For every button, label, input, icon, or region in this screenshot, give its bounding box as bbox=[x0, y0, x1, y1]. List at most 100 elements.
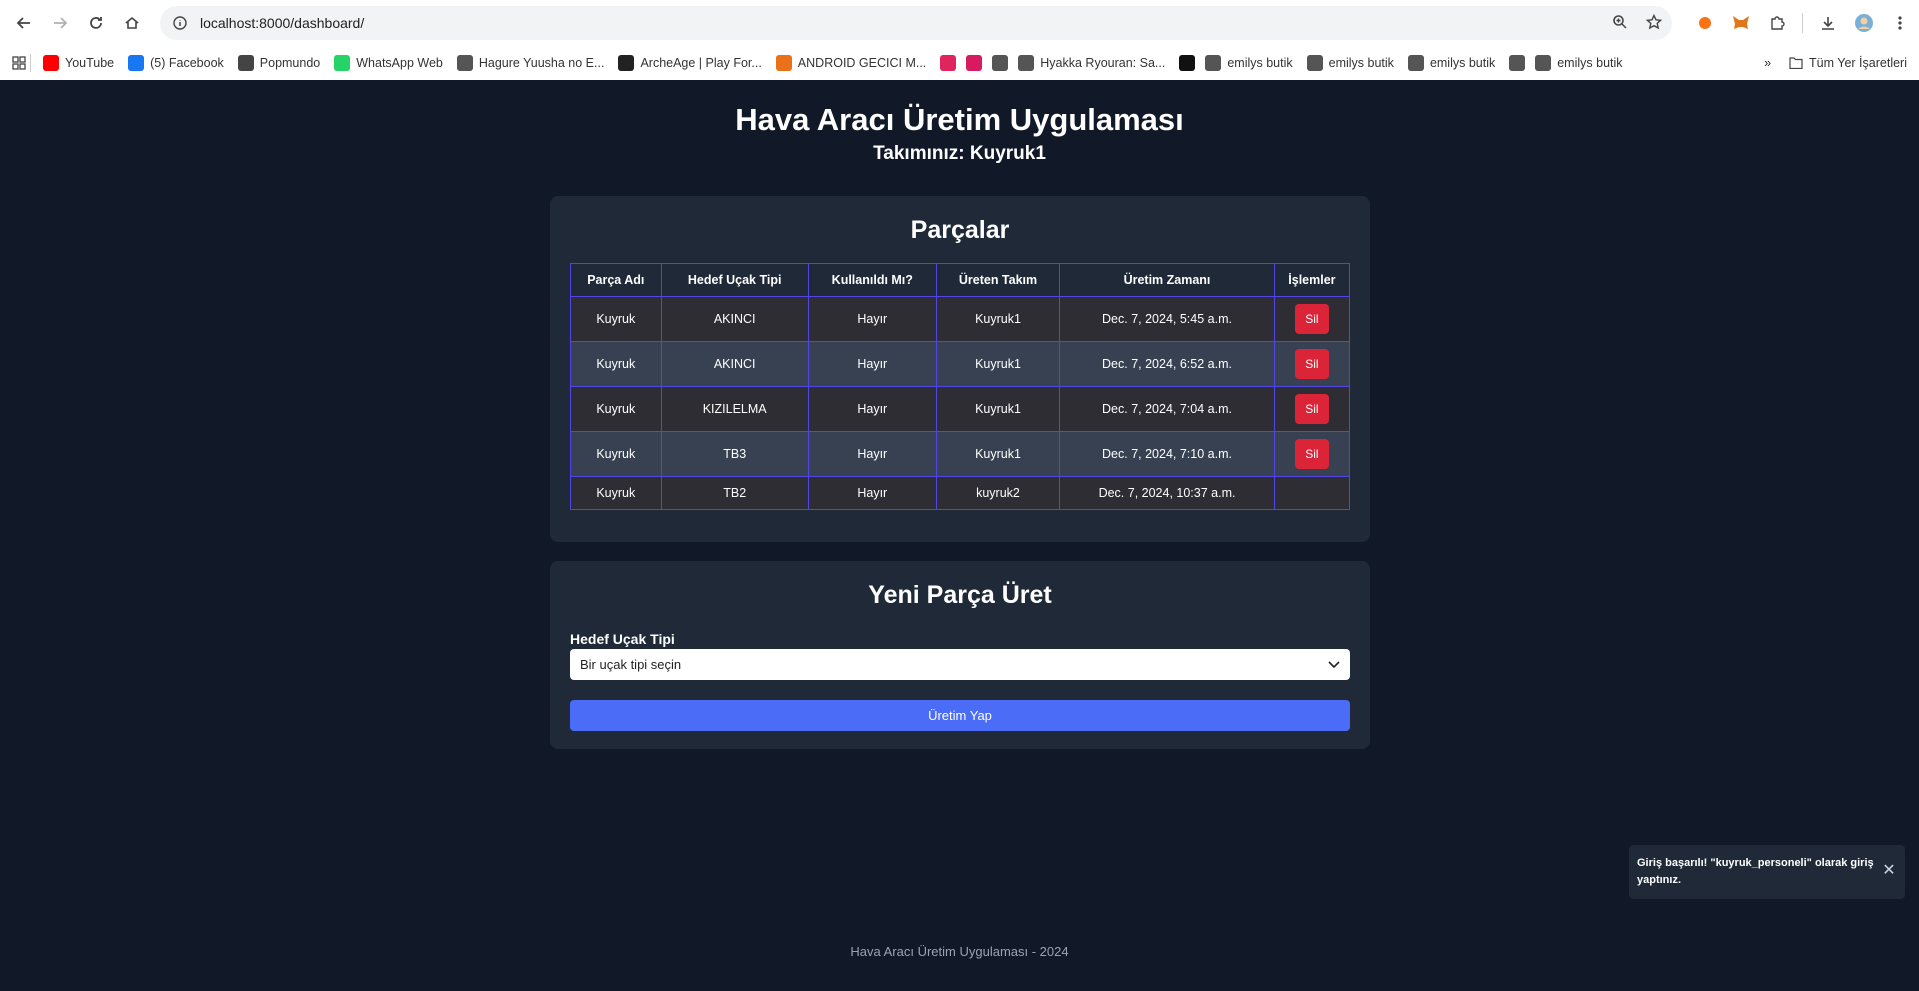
browser-menu-icon[interactable] bbox=[1889, 12, 1911, 34]
cell-actions bbox=[1273, 476, 1351, 510]
more-bookmarks-icon[interactable]: » bbox=[1764, 56, 1771, 70]
youtube-icon bbox=[43, 55, 59, 71]
cell-time: Dec. 7, 2024, 7:04 a.m. bbox=[1059, 386, 1275, 432]
all-bookmarks-folder[interactable]: Tüm Yer İşaretleri bbox=[1789, 56, 1907, 70]
cell-used: Hayır bbox=[807, 341, 937, 387]
login-success-toast: Giriş başarılı! "kuyruk_personeli" olara… bbox=[1629, 845, 1905, 899]
home-icon[interactable] bbox=[116, 7, 148, 39]
cell-target: KIZILELMA bbox=[660, 386, 809, 432]
delete-button[interactable]: Sil bbox=[1294, 349, 1329, 379]
globe-icon bbox=[1535, 55, 1552, 71]
cell-name: Kuyruk bbox=[570, 476, 662, 510]
bookmark-label: YouTube bbox=[65, 56, 115, 70]
site-info-icon[interactable] bbox=[170, 13, 190, 33]
bookmark-item[interactable]: ANDROID GECICI M... bbox=[775, 55, 927, 71]
bookmark-label: ANDROID GECICI M... bbox=[797, 56, 927, 70]
column-header: Hedef Uçak Tipi bbox=[660, 263, 809, 297]
bookmark-item[interactable] bbox=[992, 55, 1009, 71]
delete-button[interactable]: Sil bbox=[1294, 394, 1329, 424]
table-row: Kuyruk KIZILELMA Hayır Kuyruk1 Dec. 7, 2024,… bbox=[570, 386, 1351, 432]
bookmark-item[interactable]: emilys butik bbox=[1306, 55, 1394, 71]
bookmark-item[interactable] bbox=[940, 55, 957, 71]
bookmark-item[interactable]: emilys butik bbox=[1205, 55, 1293, 71]
cell-used: Hayır bbox=[807, 476, 937, 510]
cell-time: Dec. 7, 2024, 7:10 a.m. bbox=[1059, 431, 1275, 477]
bookmark-item[interactable]: emilys butik bbox=[1407, 55, 1496, 71]
bookmark-label: emilys butik bbox=[1557, 56, 1623, 70]
apps-grid-icon[interactable] bbox=[12, 56, 26, 70]
extension-orange-icon[interactable] bbox=[1694, 12, 1716, 34]
profile-avatar-icon[interactable] bbox=[1853, 12, 1875, 34]
parts-heading: Parçalar bbox=[910, 216, 1010, 244]
site-icon bbox=[1018, 55, 1035, 71]
table-row: Kuyruk AKINCI Hayır Kuyruk1 Dec. 7, 2024, 6:… bbox=[570, 341, 1351, 387]
bookmark-item[interactable]: Hyakka Ryouran: Sa... bbox=[1018, 55, 1165, 71]
cell-used: Hayır bbox=[807, 431, 937, 477]
bookmark-item[interactable]: YouTube bbox=[43, 55, 114, 71]
address-bar[interactable]: localhost:8000/dashboard/ bbox=[160, 6, 1672, 40]
column-header: Üretim Zamanı bbox=[1059, 263, 1275, 297]
bookmark-item[interactable] bbox=[1179, 55, 1196, 71]
bookmark-label: emilys butik bbox=[1429, 56, 1496, 70]
bookmark-item[interactable]: ArcheAge | Play For... bbox=[618, 55, 762, 71]
toast-message: Giriş başarılı! "kuyruk_personeli" olara… bbox=[1637, 857, 1874, 886]
bookmark-item[interactable]: Popmundo bbox=[237, 55, 320, 71]
url-text[interactable]: localhost:8000/dashboard/ bbox=[200, 15, 1612, 31]
cell-time: Dec. 7, 2024, 6:52 a.m. bbox=[1059, 341, 1275, 387]
close-icon[interactable]: ✕ bbox=[1881, 863, 1897, 879]
cell-target: TB2 bbox=[660, 476, 809, 510]
browser-toolbar: localhost:8000/dashboard/ bbox=[0, 0, 1919, 46]
aircraft-type-select-value: Bir uçak tipi seçin bbox=[580, 657, 682, 672]
extensions-puzzle-icon[interactable] bbox=[1766, 12, 1788, 34]
cell-time: Dec. 7, 2024, 5:45 a.m. bbox=[1059, 296, 1275, 342]
cell-actions: Sil bbox=[1273, 341, 1351, 387]
bookmark-item[interactable]: Hagure Yuusha no E... bbox=[456, 55, 604, 71]
globe-icon bbox=[1205, 55, 1222, 71]
cell-used: Hayır bbox=[807, 296, 937, 342]
delete-button[interactable]: Sil bbox=[1294, 439, 1329, 469]
cell-target: TB3 bbox=[660, 431, 809, 477]
bookmark-item[interactable]: WhatsApp Web bbox=[334, 55, 443, 71]
site-icon bbox=[456, 55, 473, 71]
bookmark-item[interactable]: emilys butik bbox=[1535, 55, 1623, 71]
cell-actions: Sil bbox=[1273, 431, 1351, 477]
popmundo-icon bbox=[237, 55, 254, 71]
column-header: Üreten Takım bbox=[935, 263, 1061, 297]
footer-text: Hava Aracı Üretim Uygulaması - 2024 bbox=[850, 944, 1069, 959]
globe-icon bbox=[1509, 55, 1526, 71]
bookmark-item[interactable] bbox=[1509, 55, 1526, 71]
cell-team: Kuyruk1 bbox=[935, 296, 1061, 342]
download-icon[interactable] bbox=[1817, 12, 1839, 34]
table-header-row: Parça Adı Hedef Uçak Tipi Kullanıldı Mı? Ür… bbox=[570, 263, 1351, 297]
dh-icon bbox=[775, 55, 792, 71]
column-header: İşlemler bbox=[1273, 263, 1351, 297]
cell-name: Kuyruk bbox=[570, 386, 662, 432]
column-header: Kullanıldı Mı? bbox=[807, 263, 937, 297]
zoom-icon[interactable] bbox=[1612, 14, 1628, 33]
whatsapp-icon bbox=[334, 55, 351, 71]
produce-button[interactable]: Üretim Yap bbox=[570, 700, 1350, 731]
table-row: Kuyruk TB3 Hayır Kuyruk1 Dec. 7, 2024, 7:10 … bbox=[570, 431, 1351, 477]
aircraft-type-select[interactable]: Bir uçak tipi seçin bbox=[570, 649, 1350, 680]
qr-icon bbox=[1179, 55, 1196, 71]
cell-team: Kuyruk1 bbox=[935, 386, 1061, 432]
globe-icon bbox=[1306, 55, 1323, 71]
team-name: Takımınız: Kuyruk1 bbox=[873, 143, 1046, 164]
parts-table: Parça Adı Hedef Uçak Tipi Kullanıldı Mı? Ür… bbox=[570, 263, 1351, 510]
cell-time: Dec. 7, 2024, 10:37 a.m. bbox=[1059, 476, 1275, 510]
bookmark-item[interactable]: (5) Facebook bbox=[128, 55, 224, 71]
forward-icon[interactable] bbox=[44, 7, 76, 39]
target-aircraft-label: Hedef Uçak Tipi bbox=[570, 631, 675, 647]
bookmark-star-icon[interactable] bbox=[1645, 13, 1663, 33]
reload-icon[interactable] bbox=[80, 7, 112, 39]
chevron-down-icon bbox=[1328, 657, 1340, 672]
delete-button[interactable]: Sil bbox=[1294, 304, 1329, 334]
bookmark-label: emilys butik bbox=[1328, 56, 1394, 70]
back-icon[interactable] bbox=[8, 7, 40, 39]
table-row: Kuyruk TB2 Hayır kuyruk2 Dec. 7, 2024, 10:37… bbox=[570, 476, 1351, 510]
table-row: Kuyruk AKINCI Hayır Kuyruk1 Dec. 7, 2024, 5:… bbox=[570, 296, 1351, 342]
bookmark-label: emilys butik bbox=[1227, 56, 1293, 70]
bookmark-item[interactable] bbox=[966, 55, 983, 71]
metamask-icon[interactable] bbox=[1730, 12, 1752, 34]
cell-name: Kuyruk bbox=[570, 296, 662, 342]
